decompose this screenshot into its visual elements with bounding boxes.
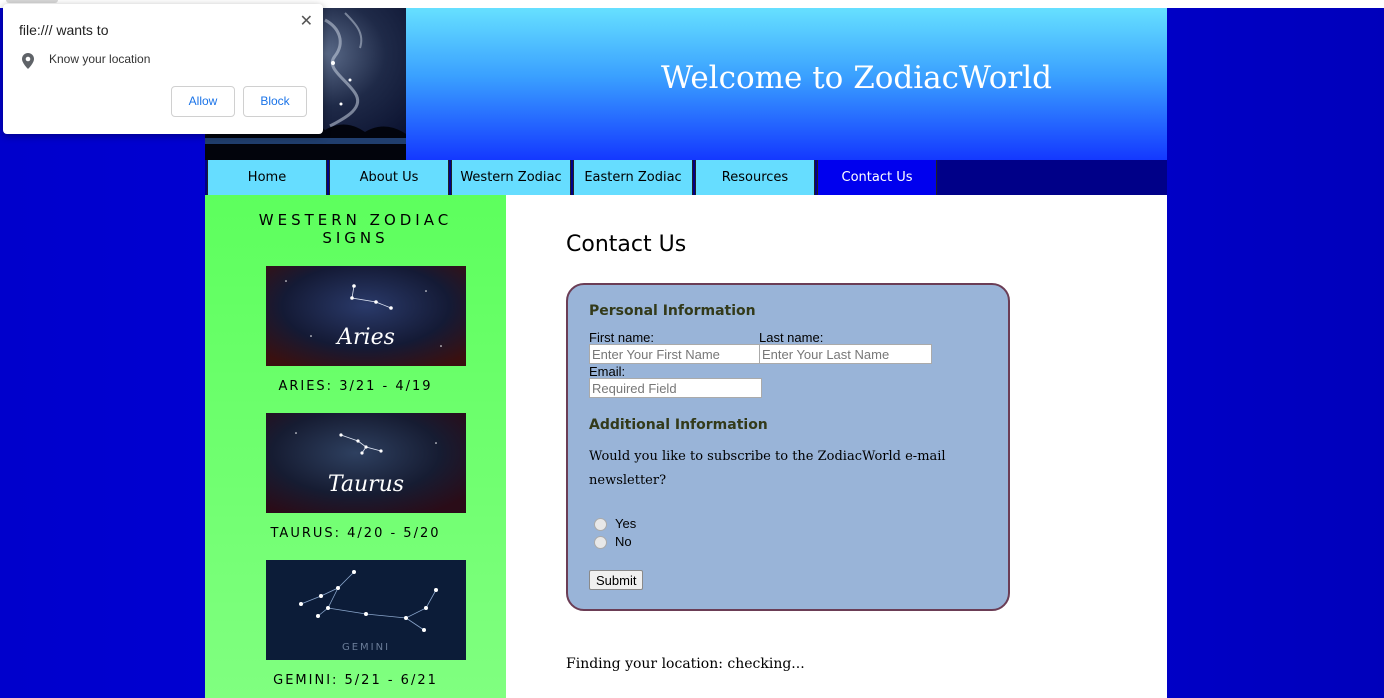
nav-about-us[interactable]: About Us bbox=[329, 160, 449, 195]
block-button[interactable]: Block bbox=[243, 86, 307, 117]
radio-yes[interactable] bbox=[594, 518, 607, 532]
allow-button[interactable]: Allow bbox=[171, 86, 235, 117]
location-status: Finding your location: checking... bbox=[566, 656, 805, 672]
contact-form: Personal Information First name: Last na… bbox=[566, 283, 1010, 611]
sidebar-heading: WESTERN ZODIAC SIGNS bbox=[205, 211, 506, 247]
email-input[interactable] bbox=[589, 378, 762, 398]
radio-no[interactable] bbox=[594, 536, 607, 550]
gemini-image[interactable]: GEMINI bbox=[266, 560, 466, 660]
taurus-label: Taurus bbox=[328, 472, 404, 497]
permission-text: Know your location bbox=[49, 52, 151, 66]
radio-no-label: No bbox=[615, 534, 632, 549]
location-pin-icon bbox=[22, 53, 34, 73]
header: Welcome to ZodiacWorld bbox=[205, 8, 1167, 160]
page-title: Contact Us bbox=[566, 232, 687, 257]
close-icon[interactable]: ✕ bbox=[300, 11, 313, 30]
email-label: Email: bbox=[589, 364, 626, 379]
sidebar-heading-line2: SIGNS bbox=[322, 229, 389, 247]
radio-row-no[interactable]: No bbox=[589, 534, 632, 550]
aries-label: Aries bbox=[335, 325, 395, 350]
sidebar: WESTERN ZODIAC SIGNS Aries ARIES: 3/21 -… bbox=[205, 195, 506, 698]
browser-tab-edge bbox=[6, 0, 58, 3]
popup-title: file:/// wants to bbox=[19, 22, 109, 38]
aries-image[interactable]: Aries bbox=[266, 266, 466, 366]
nav-eastern-zodiac[interactable]: Eastern Zodiac bbox=[573, 160, 693, 195]
site-title: Welcome to ZodiacWorld bbox=[661, 60, 1052, 96]
gemini-caption: GEMINI: 5/21 - 6/21 bbox=[273, 673, 438, 688]
first-name-input[interactable] bbox=[589, 344, 761, 364]
main-nav: Home About Us Western Zodiac Eastern Zod… bbox=[205, 160, 1167, 195]
sidebar-heading-line1: WESTERN ZODIAC bbox=[258, 211, 453, 229]
gemini-label: GEMINI bbox=[342, 642, 390, 653]
main-content: Contact Us Personal Information First na… bbox=[506, 195, 1167, 698]
additional-info-heading: Additional Information bbox=[589, 417, 768, 433]
taurus-image[interactable]: Taurus bbox=[266, 413, 466, 513]
submit-button[interactable]: Submit bbox=[589, 570, 644, 590]
first-name-label: First name: bbox=[589, 330, 655, 345]
aries-caption: ARIES: 3/21 - 4/19 bbox=[278, 379, 433, 394]
nav-home[interactable]: Home bbox=[207, 160, 327, 195]
location-permission-popup: file:/// wants to ✕ Know your location A… bbox=[3, 4, 323, 134]
subscribe-question: Would you like to subscribe to the Zodia… bbox=[589, 449, 946, 488]
nav-resources[interactable]: Resources bbox=[695, 160, 815, 195]
radio-row-yes[interactable]: Yes bbox=[589, 516, 637, 532]
last-name-label: Last name: bbox=[759, 330, 824, 345]
taurus-caption: TAURUS: 4/20 - 5/20 bbox=[270, 526, 441, 541]
personal-info-heading: Personal Information bbox=[589, 303, 756, 319]
nav-contact-us[interactable]: Contact Us bbox=[817, 160, 937, 195]
page-container: Welcome to ZodiacWorld Home About Us Wes… bbox=[205, 8, 1167, 698]
nav-western-zodiac[interactable]: Western Zodiac bbox=[451, 160, 571, 195]
last-name-input[interactable] bbox=[759, 344, 932, 364]
radio-yes-label: Yes bbox=[615, 516, 637, 531]
banner-title-area: Welcome to ZodiacWorld bbox=[406, 8, 1167, 160]
